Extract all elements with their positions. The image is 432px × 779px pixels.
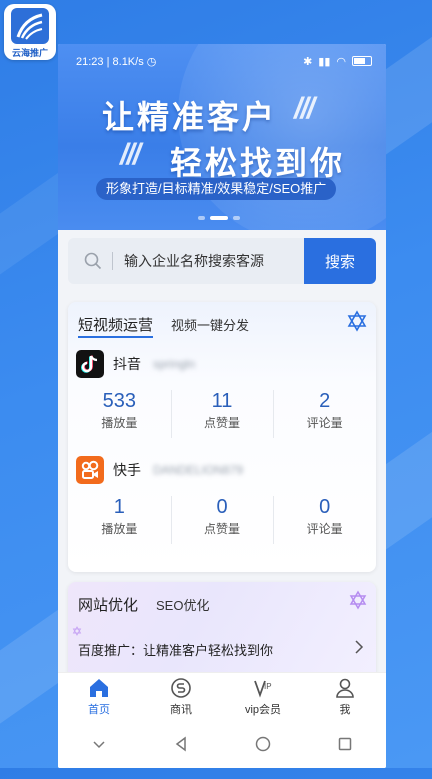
- recents-icon[interactable]: [337, 736, 353, 752]
- system-navigation-bar: [58, 720, 386, 768]
- sparkle-icon: [72, 626, 82, 636]
- battery-icon: [352, 56, 372, 66]
- banner-decoration: ///: [294, 92, 315, 125]
- banner-tagline: 形象打造/目标精准/效果稳定/SEO推广: [96, 178, 337, 200]
- vip-icon: IP: [254, 680, 272, 698]
- stat-comments: 0 评论量: [273, 492, 376, 548]
- nav-vip[interactable]: IP vip会员: [222, 673, 304, 721]
- search-input[interactable]: [122, 252, 296, 270]
- bluetooth-icon: ✱: [303, 55, 313, 68]
- search-field[interactable]: [68, 238, 304, 284]
- signal-icon: ▮▮: [318, 55, 331, 68]
- platform-douyin[interactable]: 抖音 springln: [76, 350, 195, 378]
- nav-profile[interactable]: 我: [304, 673, 386, 721]
- nav-home[interactable]: 首页: [58, 673, 140, 721]
- stat-likes: 0 点赞量: [170, 492, 274, 548]
- bottom-navigation: 首页 商讯 IP vip会员 我: [58, 672, 386, 721]
- nav-news[interactable]: 商讯: [140, 673, 222, 721]
- carousel-dot: [233, 216, 240, 220]
- star-of-david-icon[interactable]: [348, 590, 368, 610]
- home-circle-icon[interactable]: [255, 736, 271, 752]
- news-icon: [171, 678, 191, 698]
- home-icon: [90, 679, 108, 697]
- status-time: 21:23: [76, 55, 104, 68]
- app-name: 云海推广: [11, 48, 48, 58]
- carousel-dot-active: [210, 216, 228, 220]
- phone-screen: 21:23 | 8.1K/s ◷ ✱ ▮▮ ◠ 让精准客户 /// /// 轻松…: [58, 44, 386, 768]
- app-logo: 云海推广: [4, 4, 56, 60]
- chevron-down-icon[interactable]: [91, 736, 107, 752]
- kuaishou-stats: 1 播放量 0 点赞量 0 评论量: [68, 492, 376, 548]
- card-title: 网站优化: [78, 597, 139, 614]
- card-title: 短视频运营: [78, 314, 154, 338]
- short-video-card: 短视频运营 视频一键分发 抖音 springln 533 播放量 11 点赞量 …: [68, 302, 376, 572]
- carousel-indicator: [198, 216, 240, 220]
- banner-decoration: ///: [120, 138, 141, 171]
- platform-name: 抖音: [113, 356, 141, 372]
- kuaishou-icon: [76, 456, 104, 484]
- wifi-icon: ◠: [336, 55, 346, 68]
- stat-plays: 533 播放量: [101, 390, 138, 430]
- card-subtitle: 视频一键分发: [171, 318, 250, 333]
- carousel-dot: [198, 216, 205, 220]
- stat-comments: 2 评论量: [273, 386, 376, 442]
- stat-likes: 11 点赞量: [170, 386, 274, 442]
- platform-name: 快手: [113, 462, 141, 478]
- back-icon[interactable]: [173, 736, 189, 752]
- douyin-stats: 533 播放量 11 点赞量 2 评论量: [68, 386, 376, 442]
- search-icon: [84, 252, 102, 270]
- app-logo-icon: [11, 8, 49, 44]
- status-bar: 21:23 | 8.1K/s ◷ ✱ ▮▮ ◠: [76, 54, 372, 68]
- promo-banner[interactable]: 21:23 | 8.1K/s ◷ ✱ ▮▮ ◠ 让精准客户 /// /// 轻松…: [58, 44, 386, 230]
- network-speed: 8.1K/s: [112, 55, 144, 68]
- card-subtitle: SEO优化: [156, 598, 210, 613]
- platform-account: springln: [153, 357, 196, 371]
- platform-account: DANDELION879: [153, 463, 244, 477]
- douyin-icon: [76, 350, 104, 378]
- profile-icon: [336, 678, 354, 698]
- search-bar: 搜索: [68, 238, 376, 284]
- seo-promo-link[interactable]: 百度推广：让精准客户轻松找到你: [78, 640, 273, 659]
- banner-headline-1: 让精准客户: [102, 99, 278, 135]
- search-button[interactable]: 搜索: [304, 238, 376, 284]
- star-of-david-icon[interactable]: [346, 310, 368, 332]
- alarm-icon: ◷: [146, 55, 157, 68]
- platform-kuaishou[interactable]: 快手 DANDELION879: [76, 456, 243, 484]
- chevron-right-icon[interactable]: [354, 640, 364, 654]
- svg-text:IP: IP: [264, 682, 272, 691]
- stat-plays: 1 播放量: [101, 496, 138, 536]
